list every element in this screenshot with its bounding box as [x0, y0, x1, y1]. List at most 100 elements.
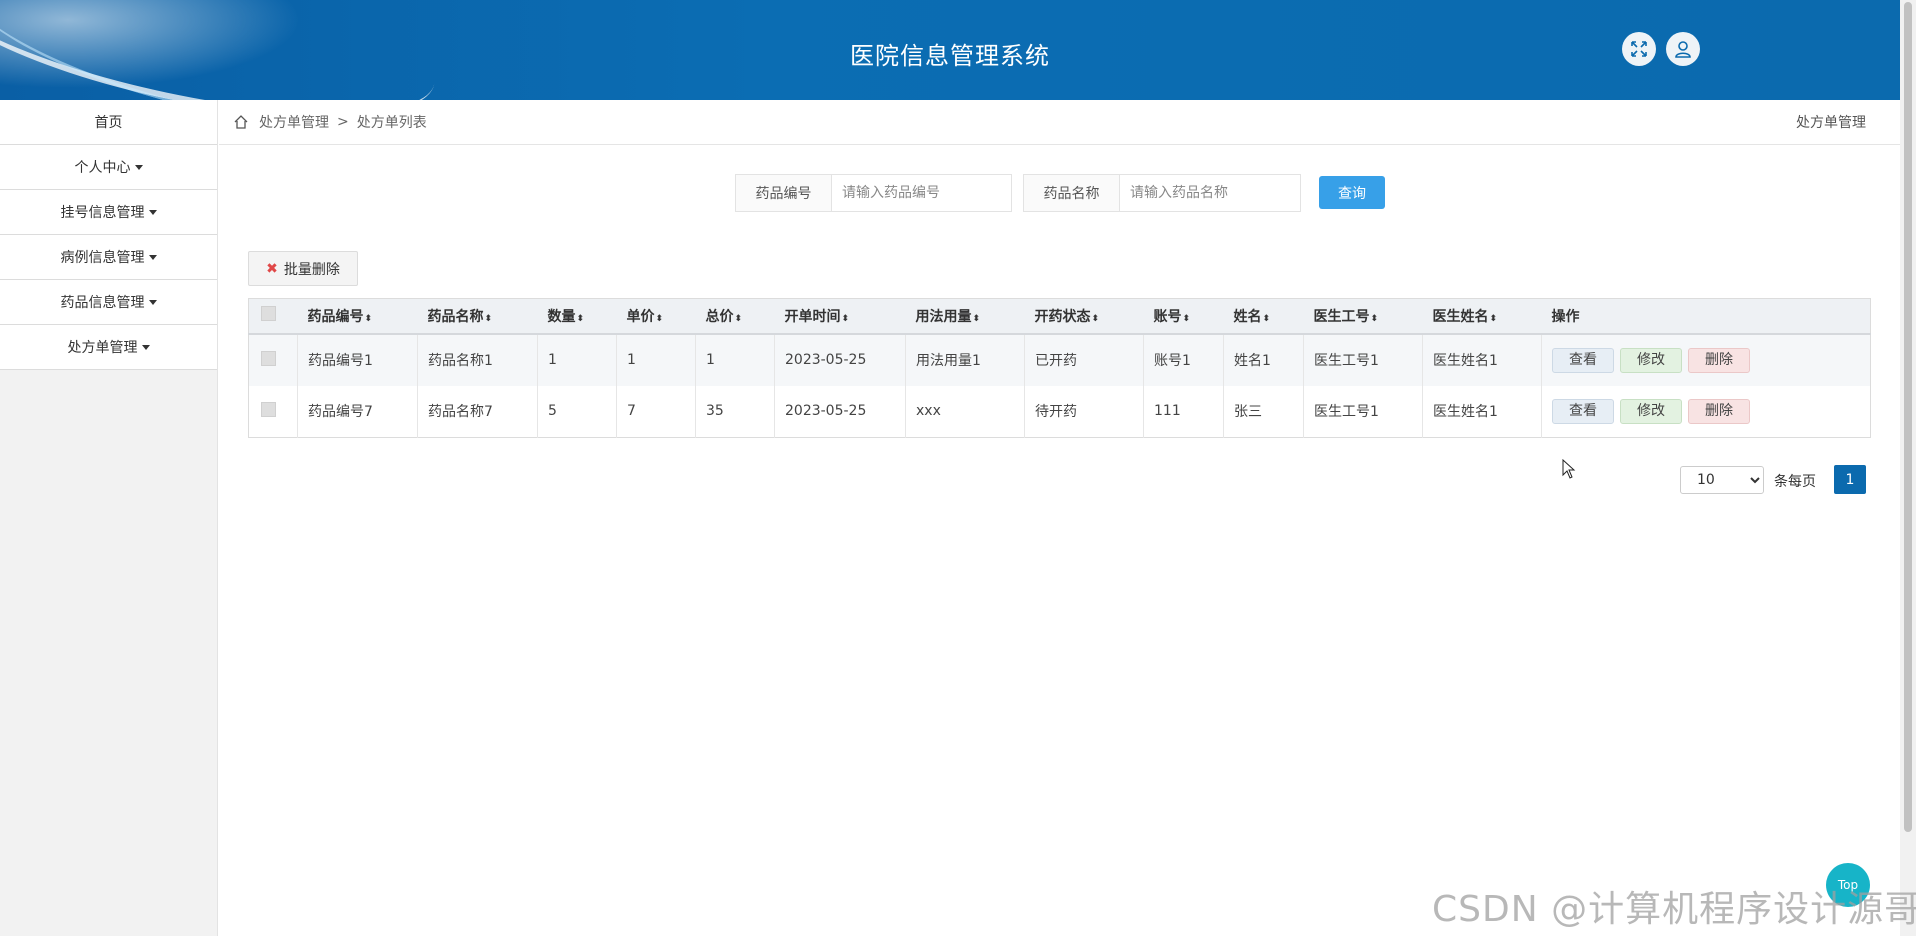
search-drug-code-group: 药品编号	[735, 174, 1012, 212]
cell-quantity: 5	[537, 385, 617, 438]
view-button[interactable]: 查看	[1552, 347, 1614, 373]
sort-icon: ⬍	[484, 313, 493, 324]
search-drug-name-label: 药品名称	[1024, 175, 1120, 211]
close-icon: ✖	[266, 260, 278, 277]
search-drug-code-label: 药品编号	[736, 175, 832, 211]
cell-drug-name: 药品名称7	[417, 385, 538, 438]
cell-unit-price: 7	[616, 385, 696, 438]
breadcrumb-item-prescription-mgmt[interactable]: 处方单管理	[259, 112, 329, 132]
col-quantity[interactable]: 数量⬍	[537, 298, 617, 335]
fullscreen-button[interactable]	[1622, 32, 1656, 66]
cell-doctor-name: 医生姓名1	[1422, 385, 1542, 438]
row-select-cell	[248, 333, 298, 386]
sort-icon: ⬍	[734, 313, 743, 324]
sidebar-item-label: 个人中心	[74, 160, 131, 176]
cell-name: 张三	[1223, 385, 1304, 438]
cell-account: 111	[1143, 385, 1224, 438]
page-button-current[interactable]: 1	[1834, 465, 1866, 494]
col-dosage[interactable]: 用法用量⬍	[905, 298, 1025, 335]
caret-down-icon	[141, 344, 150, 350]
cell-doctor-id: 医生工号1	[1303, 385, 1423, 438]
row-select-cell	[248, 385, 298, 438]
cell-issue-time: 2023-05-25	[774, 385, 906, 438]
col-status[interactable]: 开药状态⬍	[1024, 298, 1144, 335]
cell-doctor-name: 医生姓名1	[1422, 333, 1542, 386]
sort-icon: ⬍	[655, 313, 664, 324]
sidebar-item-home[interactable]: 首页	[0, 100, 217, 145]
view-button[interactable]: 查看	[1552, 398, 1614, 424]
cell-doctor-id: 医生工号1	[1303, 333, 1423, 386]
cell-drug-code: 药品编号1	[297, 333, 418, 386]
app-title: 医院信息管理系统	[850, 42, 1050, 70]
col-drug-name[interactable]: 药品名称⬍	[417, 298, 538, 335]
page-size-select[interactable]: 10	[1680, 466, 1764, 494]
table-header-row: 药品编号⬍ 药品名称⬍ 数量⬍ 单价⬍ 总价⬍ 开单时间⬍ 用法用量⬍ 开药状态…	[248, 298, 1871, 335]
user-icon	[1675, 41, 1691, 58]
column-label: 总价	[705, 308, 734, 325]
cell-actions: 查看 修改 删除	[1541, 333, 1871, 386]
col-issue-time[interactable]: 开单时间⬍	[774, 298, 906, 335]
query-button[interactable]: 查询	[1319, 176, 1385, 209]
sidebar-item-prescriptions[interactable]: 处方单管理	[0, 325, 217, 370]
select-all-checkbox[interactable]	[261, 306, 276, 322]
select-all-cell	[248, 298, 298, 335]
bulk-delete-button[interactable]: ✖ 批量删除	[248, 251, 358, 286]
column-label: 医生姓名	[1432, 308, 1489, 325]
row-checkbox[interactable]	[261, 401, 276, 417]
sidebar-item-label: 处方单管理	[67, 340, 138, 356]
bulk-delete-label: 批量删除	[283, 261, 340, 278]
breadcrumb-item-prescription-list: 处方单列表	[356, 115, 427, 131]
col-drug-code[interactable]: 药品编号⬍	[297, 298, 418, 335]
expand-icon	[1631, 41, 1647, 57]
col-account[interactable]: 账号⬍	[1143, 298, 1224, 335]
sidebar: 首页 个人中心 挂号信息管理 病例信息管理 药品信息管理 处方单管理	[0, 100, 218, 936]
sidebar-item-medical-records[interactable]: 病例信息管理	[0, 235, 217, 280]
sidebar-item-personal-center[interactable]: 个人中心	[0, 145, 217, 190]
delete-button[interactable]: 删除	[1688, 347, 1750, 373]
sort-icon: ⬍	[972, 313, 981, 324]
delete-button[interactable]: 删除	[1688, 398, 1750, 424]
sidebar-item-label: 挂号信息管理	[60, 205, 145, 221]
drug-name-input[interactable]	[1120, 175, 1300, 211]
drug-code-input[interactable]	[832, 175, 1011, 211]
sort-icon: ⬍	[364, 313, 373, 324]
sidebar-item-drugs[interactable]: 药品信息管理	[0, 280, 217, 325]
cell-quantity: 1	[537, 333, 617, 386]
caret-down-icon	[148, 254, 157, 260]
cell-drug-name: 药品名称1	[417, 333, 538, 386]
column-label: 药品名称	[427, 308, 484, 325]
column-label: 用法用量	[915, 308, 972, 325]
scrollbar-thumb[interactable]	[1904, 2, 1912, 832]
mouse-cursor-icon	[1562, 459, 1576, 479]
sort-icon: ⬍	[1370, 313, 1379, 324]
sort-icon: ⬍	[1489, 313, 1498, 324]
sidebar-item-label: 药品信息管理	[60, 295, 145, 311]
cell-issue-time: 2023-05-25	[774, 333, 906, 386]
cell-status: 已开药	[1024, 333, 1144, 386]
column-label: 开药状态	[1034, 308, 1091, 325]
user-button[interactable]	[1666, 32, 1700, 66]
app-header: 医院信息管理系统	[0, 0, 1900, 100]
column-label: 数量	[547, 308, 576, 325]
sidebar-item-label: 首页	[94, 115, 123, 131]
home-icon[interactable]	[233, 114, 249, 130]
col-doctor-name[interactable]: 医生姓名⬍	[1422, 298, 1542, 335]
per-page-label: 条每页	[1774, 474, 1816, 490]
column-label: 开单时间	[784, 308, 841, 325]
column-label: 药品编号	[307, 308, 364, 325]
edit-button[interactable]: 修改	[1620, 398, 1682, 424]
sidebar-item-registration[interactable]: 挂号信息管理	[0, 190, 217, 235]
cell-unit-price: 1	[616, 333, 696, 386]
page-scrollbar[interactable]	[1900, 0, 1916, 936]
col-doctor-id[interactable]: 医生工号⬍	[1303, 298, 1423, 335]
cell-total-price: 35	[695, 385, 775, 438]
edit-button[interactable]: 修改	[1620, 347, 1682, 373]
column-label: 姓名	[1233, 308, 1262, 325]
row-checkbox[interactable]	[261, 350, 276, 366]
col-unit-price[interactable]: 单价⬍	[616, 298, 696, 335]
sort-icon: ⬍	[841, 313, 850, 324]
col-total-price[interactable]: 总价⬍	[695, 298, 775, 335]
caret-down-icon	[148, 209, 157, 215]
cell-dosage: 用法用量1	[905, 333, 1025, 386]
col-name[interactable]: 姓名⬍	[1223, 298, 1304, 335]
